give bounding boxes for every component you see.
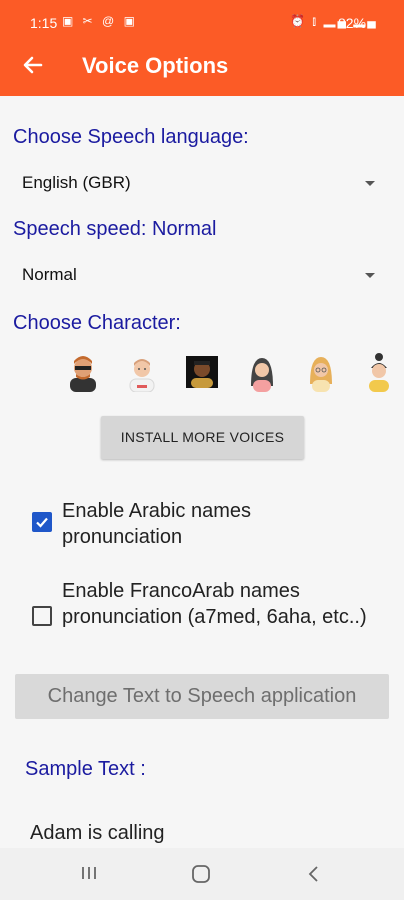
dropdown-arrow-icon <box>365 273 375 278</box>
back-arrow-icon[interactable] <box>18 50 48 80</box>
home-icon[interactable] <box>191 864 211 884</box>
speech-language-dropdown[interactable]: English (GBR) <box>13 163 383 203</box>
speech-language-label: Choose Speech language: <box>13 126 249 148</box>
sample-text-label: Sample Text : <box>25 758 146 780</box>
arabic-names-option[interactable]: Enable Arabic names pronunciation <box>32 498 372 550</box>
system-nav-bar <box>0 848 404 900</box>
install-more-voices-button[interactable]: INSTALL MORE VOICES <box>101 416 304 459</box>
speech-speed-label: Speech speed: Normal <box>13 218 217 240</box>
francoarab-names-option[interactable]: Enable FrancoArab names pronunciation (a… <box>32 578 372 658</box>
character-label: Choose Character: <box>13 312 181 334</box>
notification-icons: ▣ ✂ @ ▣ <box>62 14 138 28</box>
character-list <box>66 352 404 394</box>
woman-blonde-avatar[interactable] <box>304 352 338 392</box>
recent-apps-icon[interactable] <box>80 864 98 882</box>
page-title: Voice Options <box>82 53 229 78</box>
sample-text-value: Adam is calling <box>30 822 165 844</box>
man-sunglasses-avatar[interactable] <box>66 352 100 392</box>
arabic-names-label: Enable Arabic names pronunciation <box>62 500 252 548</box>
battery-level: 82% <box>338 15 367 31</box>
dark-man-avatar[interactable] <box>185 352 219 392</box>
speech-speed-dropdown[interactable]: Normal <box>13 255 383 295</box>
woman-bun-avatar[interactable] <box>362 352 396 392</box>
back-nav-icon[interactable] <box>305 864 323 884</box>
arabic-names-checkbox[interactable] <box>32 512 52 532</box>
speech-speed-value: Normal <box>22 265 77 284</box>
boy-avatar[interactable] <box>125 352 159 393</box>
app-bar: 1:15 ▣ ✂ @ ▣ ⏰ ⫾ ▂▄ ▂▄ 82% Voice Options <box>0 0 404 96</box>
status-time: 1:15 <box>30 15 58 31</box>
change-tts-app-button[interactable]: Change Text to Speech application <box>15 674 389 719</box>
status-bar: 1:15 ▣ ✂ @ ▣ ⏰ ⫾ ▂▄ ▂▄ 82% <box>0 0 404 44</box>
woman-dark-hair-avatar[interactable] <box>245 352 279 392</box>
speech-language-value: English (GBR) <box>22 173 131 192</box>
francoarab-names-checkbox[interactable] <box>32 606 52 626</box>
francoarab-names-label: Enable FrancoArab names pronunciation (a… <box>62 580 367 628</box>
dropdown-arrow-icon <box>365 181 375 186</box>
